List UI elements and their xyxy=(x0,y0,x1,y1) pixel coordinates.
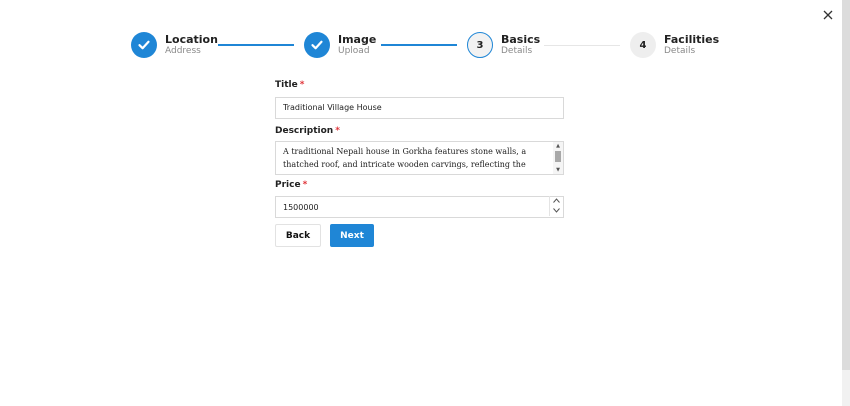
step-basics: 3 Basics Details xyxy=(467,32,540,58)
price-field xyxy=(275,195,564,218)
next-button[interactable]: Next xyxy=(330,224,374,247)
title-label-text: Title xyxy=(275,80,298,90)
description-textarea[interactable]: A traditional Nepali house in Gorkha fea… xyxy=(276,141,554,174)
check-icon xyxy=(131,32,157,58)
step-subtitle: Address xyxy=(165,46,201,57)
price-input[interactable] xyxy=(275,196,564,218)
step-number: 3 xyxy=(467,32,493,58)
description-scrollbar[interactable]: ▲ ▼ xyxy=(553,141,563,174)
basics-form: Title* Description* A traditional Nepali… xyxy=(275,80,564,218)
step-title: Location xyxy=(165,32,218,46)
step-number: 4 xyxy=(630,32,656,58)
step-connector-3 xyxy=(544,45,620,46)
price-stepper[interactable] xyxy=(549,195,563,216)
step-location: Location Address xyxy=(131,32,218,58)
page-scrollbar[interactable] xyxy=(842,0,850,406)
scroll-up-icon[interactable]: ▲ xyxy=(553,142,563,150)
step-image: Image Upload xyxy=(304,32,376,58)
description-label: Description * xyxy=(275,126,564,137)
increment-icon[interactable] xyxy=(550,196,563,206)
step-title: Facilities xyxy=(664,32,720,46)
check-icon xyxy=(304,32,330,58)
required-mark: * xyxy=(299,80,305,90)
step-title: Basics xyxy=(501,32,541,46)
decrement-icon[interactable] xyxy=(550,206,563,216)
step-title: Image xyxy=(338,32,377,46)
price-label: Price * xyxy=(275,180,564,191)
close-icon[interactable] xyxy=(820,7,836,23)
page-scrollbar-thumb[interactable] xyxy=(842,0,850,370)
title-input[interactable] xyxy=(275,96,564,119)
form-actions: Back Next xyxy=(275,224,374,247)
price-label-text: Price xyxy=(275,179,301,190)
required-mark: * xyxy=(335,125,340,136)
required-mark: * xyxy=(302,179,308,190)
step-connector-1 xyxy=(218,44,294,46)
scroll-down-icon[interactable]: ▼ xyxy=(553,166,563,174)
step-subtitle: Details xyxy=(501,46,533,57)
step-facilities: 4 Facilities Details xyxy=(630,32,719,58)
description-field: A traditional Nepali house in Gorkha fea… xyxy=(275,140,564,175)
progress-stepper: Location Address Image Upload 3 Basics D… xyxy=(131,32,731,62)
description-scrollbar-thumb[interactable] xyxy=(555,150,561,162)
title-label: Title * xyxy=(275,80,564,91)
description-label-text: Description xyxy=(275,125,334,136)
back-button[interactable]: Back xyxy=(275,224,321,247)
step-connector-2 xyxy=(381,44,457,46)
step-subtitle: Details xyxy=(664,46,696,57)
step-subtitle: Upload xyxy=(338,46,370,57)
